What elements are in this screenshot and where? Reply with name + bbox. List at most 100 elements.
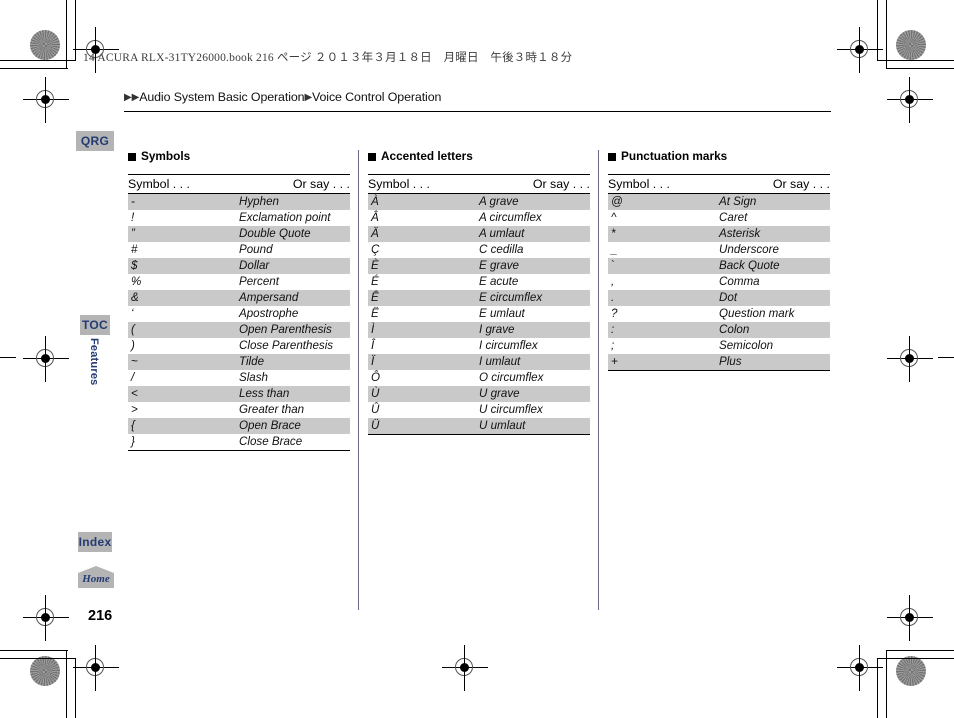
table-cell-orsay: E acute (479, 275, 519, 289)
table-cell-symbol: Ô (371, 371, 381, 385)
table-cell-symbol: ` (608, 257, 719, 274)
table-row: ^ Caret (608, 210, 830, 226)
print-density-blob-bottom-right (896, 656, 926, 686)
column-accented-title: Accented letters (368, 150, 590, 163)
table-row: Ë E umlaut (368, 306, 590, 322)
bullet-square-icon (368, 153, 376, 161)
table-cell-orsay: Open Brace (239, 417, 350, 434)
table-cell-orsay: At Sign (719, 193, 830, 210)
table-row: ÌI grave (368, 321, 590, 338)
table-cell-symbol: . (608, 289, 719, 306)
crop-line-top-left-v2 (75, 0, 77, 60)
symbols-table-head: Symbol . . . Or say . . . (128, 173, 350, 194)
column-divider-2 (598, 150, 599, 610)
table-cell-orsay: Exclamation point (239, 211, 331, 225)
table-cell-orsay: Comma (719, 275, 760, 289)
table-cell-symbol: * (608, 225, 719, 242)
table-row: É E acute (368, 274, 590, 290)
table-cell-orsay: Close Parenthesis (239, 339, 334, 353)
table-cell-orsay: C cedilla (479, 243, 524, 257)
table-cell-orsay: Double Quote (239, 225, 350, 242)
table-row: $ Dollar (128, 257, 350, 274)
table-row: Î I circumflex (368, 338, 590, 354)
table-cell-symbol: ” (128, 225, 239, 242)
punctuation-header-symbol: Symbol . . . (608, 173, 719, 194)
table-row: } Close Brace (128, 433, 350, 451)
crop-line-bottom-left-h1 (0, 650, 68, 652)
page-number: 216 (88, 608, 113, 624)
sidebar-tab-home-label: Home (82, 573, 110, 585)
table-cell-orsay: U grave (479, 385, 590, 402)
table-row: (Open Parenthesis (128, 321, 350, 338)
registration-mark-top-right-inner (887, 77, 933, 123)
bullet-square-icon (608, 153, 616, 161)
sidebar-tab-index[interactable]: Index (78, 532, 112, 552)
print-density-blob-top-right (896, 30, 926, 60)
table-row: > Greater than (128, 402, 350, 418)
table-row: , Comma (608, 274, 830, 290)
registration-mark-bottom-center (442, 645, 488, 691)
table-row: ÄA umlaut (368, 225, 590, 242)
table-cell-symbol: Ë (371, 307, 379, 321)
table-row: / Slash (128, 370, 350, 386)
breadcrumb-item-audio-system-basic-operation[interactable]: Audio System Basic Operation (139, 90, 304, 104)
table-row: * Asterisk (608, 225, 830, 242)
table-cell-symbol: } (128, 433, 239, 451)
table-cell-symbol: / (131, 371, 135, 385)
column-accented-title-text: Accented letters (381, 149, 473, 163)
table-cell-orsay: Close Brace (239, 433, 350, 451)
table-cell-symbol: À (368, 193, 479, 210)
sidebar-tab-features[interactable]: Features (84, 335, 104, 389)
crop-line-bottom-left-v1 (66, 650, 68, 718)
crop-line-bottom-left-h2 (0, 658, 76, 660)
table-row: ` Back Quote (608, 257, 830, 274)
table-cell-orsay: A umlaut (479, 225, 590, 242)
table-cell-orsay: Dollar (239, 257, 350, 274)
table-row: ‘ Apostrophe (128, 306, 350, 322)
table-row: % Percent (128, 274, 350, 290)
punctuation-table-header-row: Symbol . . . Or say . . . (608, 173, 830, 194)
registration-mark-bottom-left-inner (23, 595, 69, 641)
table-cell-symbol: Ì (368, 321, 479, 338)
table-cell-symbol: < (128, 385, 239, 402)
table-row: @ At Sign (608, 193, 830, 210)
table-cell-symbol: Â (371, 211, 379, 225)
table-cell-orsay: Back Quote (719, 257, 830, 274)
crop-tick-right-middle (938, 357, 954, 359)
sidebar-tab-qrg-label: QRG (80, 134, 110, 148)
table-row: < Less than (128, 385, 350, 402)
table-cell-orsay: E circumflex (479, 289, 590, 306)
column-punctuation-title: Punctuation marks (608, 150, 830, 163)
table-cell-orsay: U umlaut (479, 417, 590, 435)
table-cell-symbol: % (131, 275, 142, 289)
table-cell-symbol: Î (371, 339, 375, 353)
accented-header-symbol: Symbol . . . (368, 173, 479, 194)
accented-table-head: Symbol . . . Or say . . . (368, 173, 590, 194)
symbols-header-orsay: Or say . . . (239, 173, 350, 194)
breadcrumb-arrow-3: ▶ (304, 92, 313, 103)
breadcrumb: ▶▶Audio System Basic Operation▶Voice Con… (124, 90, 441, 104)
table-row: - Hyphen (128, 193, 350, 210)
sidebar-tab-home[interactable]: Home (78, 566, 114, 588)
crop-line-top-left-v1 (66, 0, 68, 68)
table-row: ? Question mark (608, 306, 830, 322)
crop-line-top-left-h1 (0, 60, 76, 62)
breadcrumb-item-voice-control-operation[interactable]: Voice Control Operation (312, 90, 441, 104)
table-cell-orsay: Underscore (719, 243, 779, 257)
punctuation-table-head: Symbol . . . Or say . . . (608, 173, 830, 194)
sidebar-tab-toc[interactable]: TOC (80, 315, 110, 335)
table-row: # Pound (128, 242, 350, 258)
sidebar-tab-qrg[interactable]: QRG (76, 131, 114, 151)
table-cell-symbol: ~ (128, 353, 239, 370)
accented-table-body: ÀA grave Â A circumflex Ä A umlaut Ç C cedilla… (368, 193, 590, 435)
table-row: Ô O circumflex (368, 370, 590, 386)
symbols-table-header-row: Symbol . . . Or say . . . (128, 173, 350, 194)
crop-line-top-right-v2 (877, 0, 879, 60)
column-symbols-title-text: Symbols (141, 149, 191, 163)
crop-line-top-right-h1 (877, 60, 954, 62)
sidebar-tab-toc-label: TOC (81, 318, 108, 332)
table-cell-symbol: : (608, 321, 719, 338)
registration-mark-bottom-left (73, 645, 119, 691)
table-cell-orsay: E grave (479, 257, 590, 274)
table-cell-symbol: ? (611, 307, 618, 321)
